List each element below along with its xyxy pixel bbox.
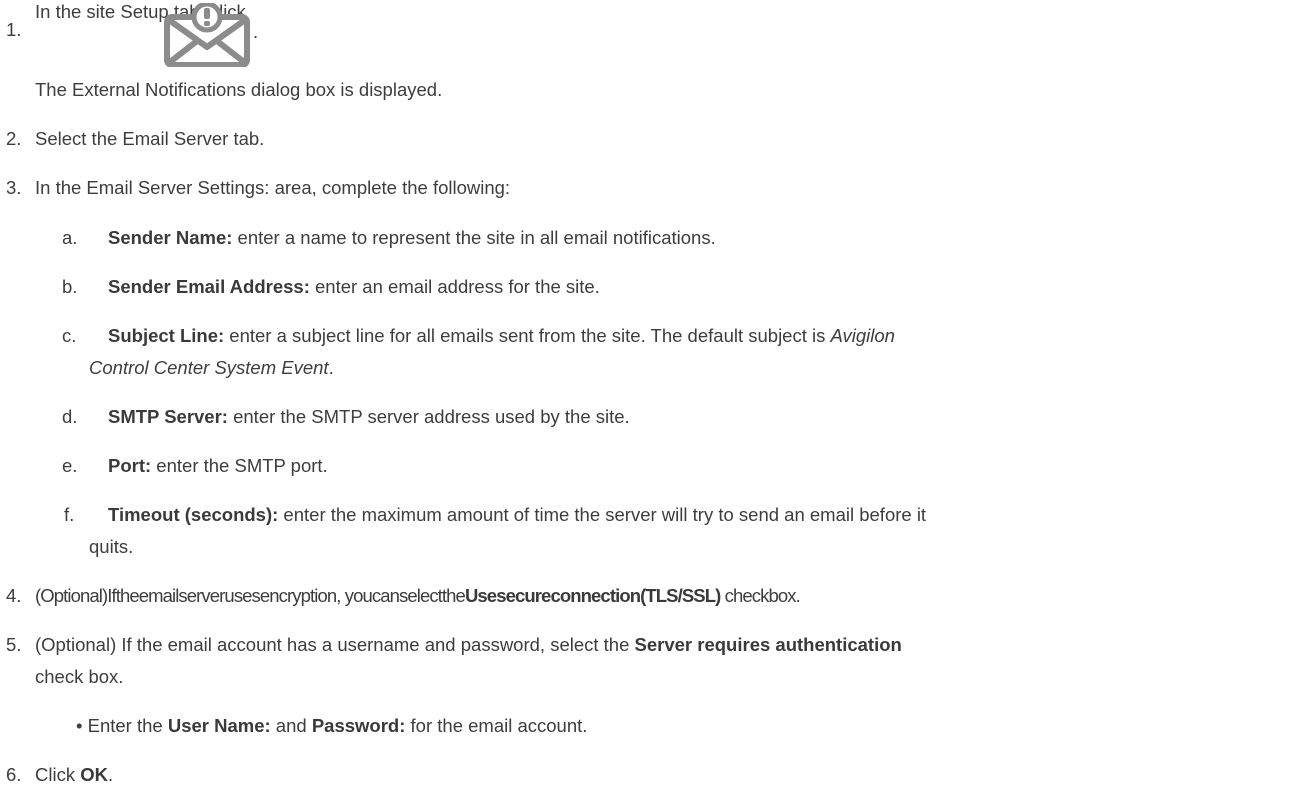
substep-d: SMTP Server: enter the SMTP server addre… <box>108 406 630 427</box>
substep-c-cont: Control Center System Event. <box>89 357 334 378</box>
substep-a: Sender Name: enter a name to represent t… <box>108 227 716 248</box>
step-5-text: (Optional) If the email account has a us… <box>35 634 902 655</box>
email-warning-icon[interactable] <box>163 1 251 68</box>
substep-label: Timeout (seconds): <box>108 504 279 525</box>
step-6-text: Click OK. <box>35 764 114 785</box>
step-1-result: The External Notifications dialog box is… <box>35 79 443 100</box>
step-number: 1. <box>6 19 22 40</box>
substep-f: Timeout (seconds): enter the maximum amo… <box>108 504 927 525</box>
substep-label: Subject Line: <box>108 325 225 346</box>
substep-f-mark: f. <box>64 504 75 525</box>
step-6-number: 6. <box>6 764 22 785</box>
substep-b-mark: b. <box>62 276 78 297</box>
substep-label: SMTP Server: <box>108 406 228 427</box>
substep-a-mark: a. <box>62 227 78 248</box>
substep-label: Port: <box>108 455 152 476</box>
step-4-text: (Optional)Iftheemailserverusesencryption… <box>35 585 801 606</box>
step-4-number: 4. <box>6 585 22 606</box>
step-2-number: 2. <box>6 128 22 149</box>
substep-b: Sender Email Address: enter an email add… <box>108 276 600 297</box>
substep-e: Port: enter the SMTP port. <box>108 455 328 476</box>
step-5-cont: check box. <box>35 666 124 687</box>
substep-label: Sender Name: <box>108 227 233 248</box>
substep-f-cont: quits. <box>89 536 134 557</box>
step-3-text: In the Email Server Settings: area, comp… <box>35 177 511 198</box>
substep-e-mark: e. <box>62 455 78 476</box>
substep-c-mark: c. <box>62 325 77 346</box>
step-5-number: 5. <box>6 634 22 655</box>
document-page: 1. In the site Setup tab, click . The Ex… <box>0 0 1292 809</box>
substep-d-mark: d. <box>62 406 78 427</box>
step-3-number: 3. <box>6 177 22 198</box>
substep-label: Sender Email Address: <box>108 276 310 297</box>
step-1-period: . <box>253 21 259 42</box>
step-2-text: Select the Email Server tab. <box>35 128 265 149</box>
bullet-item: • Enter the User Name: and Password: for… <box>76 715 588 736</box>
substep-c: Subject Line: enter a subject line for a… <box>108 325 895 346</box>
bullet-dot: • <box>76 715 88 736</box>
